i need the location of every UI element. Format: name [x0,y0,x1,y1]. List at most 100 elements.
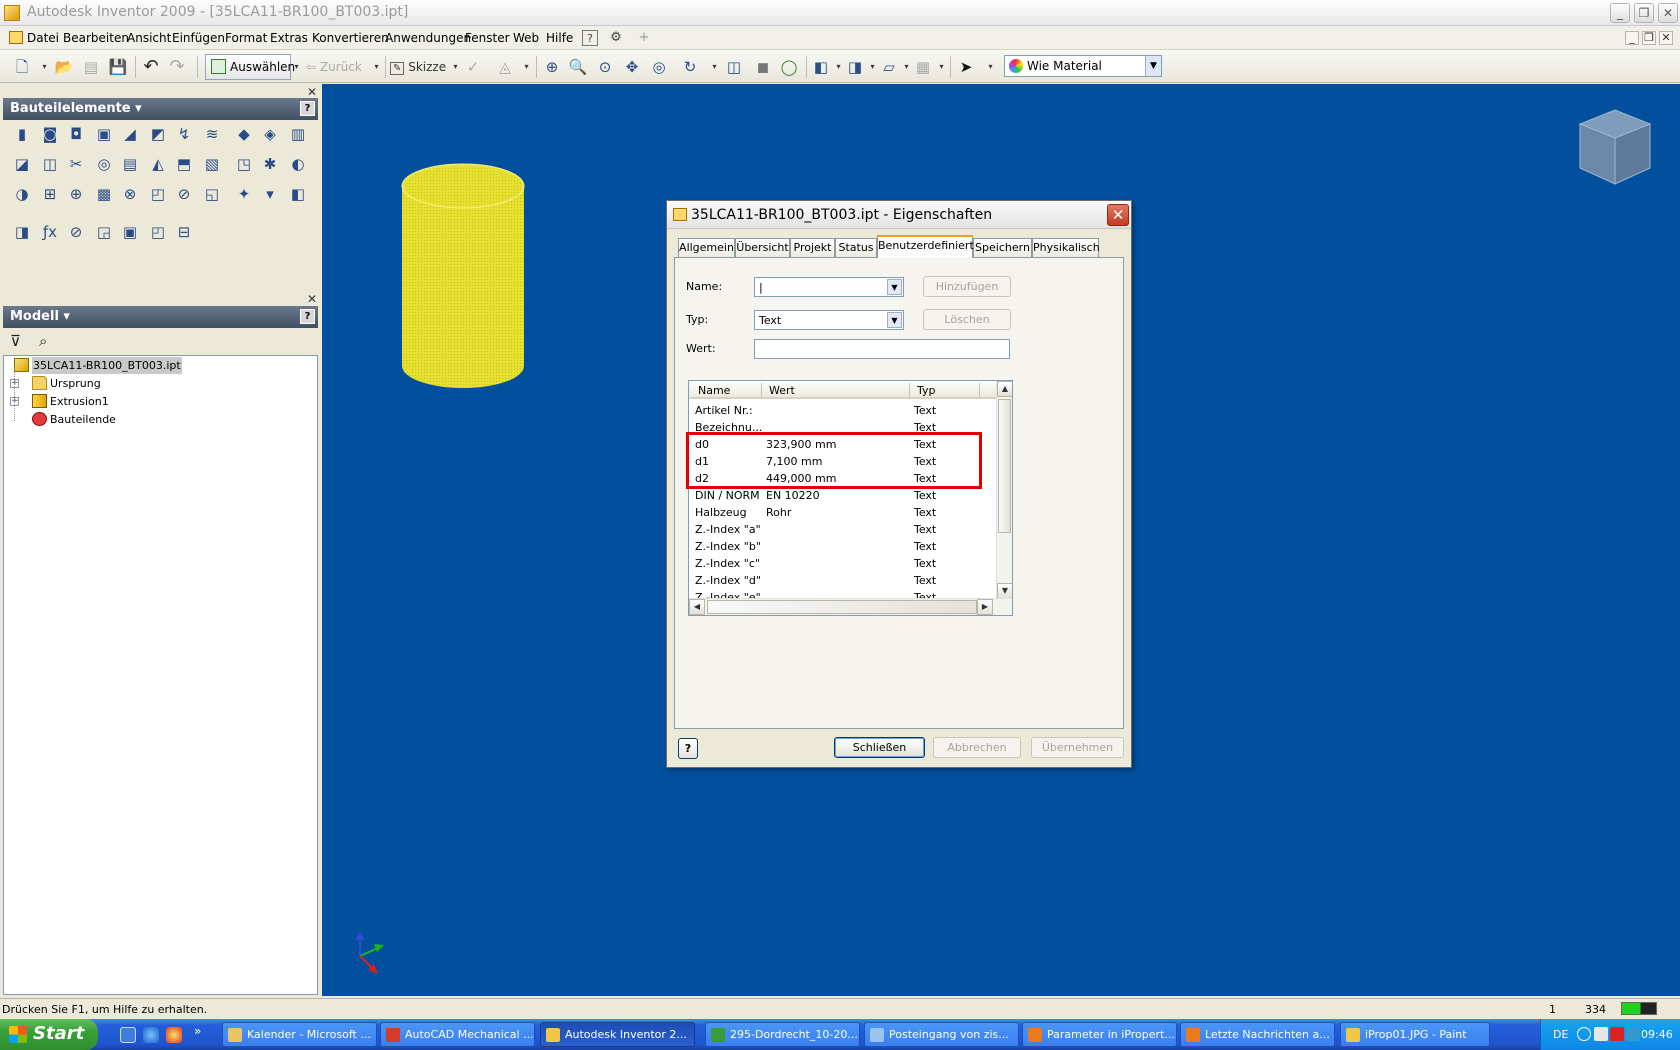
column-header-name[interactable]: Name [698,384,730,397]
save-icon[interactable]: 💾 [107,56,129,78]
zoom-icon[interactable]: 🔍 [567,56,589,78]
quicklaunch-more-icon[interactable]: » [194,1024,201,1038]
minimize-button[interactable]: _ [1610,3,1630,23]
table-row[interactable]: Z.-Index "b" Text [689,538,998,555]
type-combo[interactable]: Text ▼ [754,310,904,330]
scroll-down-icon[interactable]: ▼ [997,583,1012,599]
shaded-display-icon[interactable]: ◼ [752,56,774,78]
feature-tool-icon[interactable]: ⊘ [175,185,193,203]
feature-tool-icon[interactable]: ◘ [67,125,85,143]
tray-security-icon[interactable] [1610,1027,1624,1041]
feature-tool-icon[interactable]: ✱ [261,155,279,173]
taskbar-button[interactable]: Letzte Nachrichten a... [1180,1022,1335,1047]
pan-icon[interactable]: ✥ [621,56,643,78]
menu-bearbeiten[interactable]: Bearbeiten [63,31,129,45]
feature-tool-icon[interactable]: ⊗ [121,185,139,203]
feature-tool-icon[interactable]: ⊟ [175,223,193,241]
feature-tool-icon[interactable]: ◰ [149,185,167,203]
taskbar-button[interactable]: Parameter in iPropert... [1022,1022,1177,1047]
menu-datei[interactable]: Datei [27,31,59,45]
update-dropdown-icon[interactable]: ▾ [522,56,531,78]
find-icon[interactable]: ⌕ [39,332,47,350]
column-divider[interactable] [979,383,980,397]
feature-tool-icon[interactable]: ◫ [41,155,59,173]
table-row[interactable]: Halbzeug Rohr Text [689,504,998,521]
feature-tool-icon[interactable]: ▣ [95,125,113,143]
taskbar-button[interactable]: 295-Dordrecht_10-20... [705,1022,860,1047]
taskbar-button[interactable]: AutoCAD Mechanical ... [380,1022,535,1047]
restore-button[interactable]: ❐ [1634,3,1654,23]
ground-shadow-icon[interactable]: ◯ [778,56,800,78]
column-divider[interactable] [761,383,762,397]
half-section-icon[interactable]: ◨ [844,56,866,78]
horizontal-scroll-thumb[interactable] [707,600,977,614]
chevron-down-icon[interactable]: ▼ [1145,56,1161,76]
column-header-type[interactable]: Typ [917,384,936,397]
menu-konvertieren[interactable]: Konvertieren [312,31,389,45]
features-help-icon[interactable]: ? [300,101,315,116]
sketch-dropdown-icon[interactable]: ▾ [451,56,460,78]
language-indicator[interactable]: DE [1553,1028,1568,1041]
value-input[interactable] [754,339,1010,359]
feature-tool-icon[interactable]: ▤ [121,155,139,173]
menu-hilfe[interactable]: Hilfe [546,31,573,45]
start-button[interactable]: Start [0,1019,98,1050]
feature-tool-icon[interactable]: ◪ [13,155,31,173]
update-icon[interactable]: ✓ [462,56,484,78]
feature-tool-icon[interactable]: ▾ [261,185,279,203]
taskbar-button[interactable]: Kalender - Microsoft ... [222,1022,377,1047]
table-row[interactable]: Z.-Index "d" Text [689,572,998,589]
table-row[interactable]: Z.-Index "a" Text [689,521,998,538]
tab-projekt[interactable]: Projekt [790,238,835,257]
close-window-button[interactable]: ✕ [1658,3,1678,23]
sketch-button[interactable]: ✎ Skizze [390,56,448,78]
feature-tool-icon[interactable]: ◐ [289,155,307,173]
table-row[interactable]: Artikel Nr.: Text [689,402,998,419]
arrow-dropdown-icon[interactable]: ▾ [986,56,995,78]
dialog-title-bar[interactable]: 35LCA11-BR100_BT003.ipt - Eigenschaften [667,201,1131,229]
feature-tool-icon[interactable]: ◧ [289,185,307,203]
orbit-dropdown-icon[interactable]: ▾ [710,56,719,78]
feature-tool-icon[interactable]: ◆ [235,125,253,143]
menu-anwendungen[interactable]: Anwendungen [385,31,471,45]
plus-icon[interactable]: + [636,30,652,46]
chevron-down-icon[interactable]: ▼ [887,279,902,295]
feature-tool-icon[interactable]: ▩ [95,185,113,203]
menu-fenster[interactable]: Fenster [465,31,510,45]
slice-dropdown-icon[interactable]: ▾ [902,56,911,78]
feature-tool-icon[interactable]: ◭ [149,155,167,173]
feature-tool-icon[interactable]: ✦ [235,185,253,203]
model-panel-close-icon[interactable]: ✕ [307,292,317,306]
column-header-value[interactable]: Wert [769,384,795,397]
chevron-down-icon[interactable]: ▼ [887,312,902,328]
vertical-scroll-thumb[interactable] [998,399,1011,533]
model-panel-header[interactable]: Modell ▾ ? [3,306,318,328]
tray-back-icon[interactable] [1577,1027,1591,1041]
horizontal-scrollbar[interactable]: ◀ ▶ [689,598,1012,615]
zoom-selected-icon[interactable]: ◎ [648,56,670,78]
open-file-icon[interactable]: 📂 [53,56,75,78]
column-divider[interactable] [909,383,910,397]
feature-tool-icon[interactable]: ✂ [67,155,85,173]
name-combo[interactable]: | ▼ [754,277,904,297]
feature-tool-icon[interactable]: ⊘ [67,223,85,241]
feature-tool-icon[interactable]: ◲ [95,223,113,241]
scroll-left-icon[interactable]: ◀ [689,599,705,615]
feature-tool-icon[interactable]: ◳ [235,155,253,173]
dialog-close-button[interactable]: ✕ [1107,204,1129,226]
tab-speichern[interactable]: Speichern [973,238,1032,257]
taskbar-button[interactable]: Autodesk Inventor 2... [540,1022,695,1047]
grid-dropdown-icon[interactable]: ▾ [937,56,946,78]
mdi-close-button[interactable]: ✕ [1659,31,1673,45]
tab-status[interactable]: Status [835,238,877,257]
feature-tool-icon[interactable]: ◨ [13,223,31,241]
feature-tool-icon[interactable]: ↯ [175,125,193,143]
tab-uebersicht[interactable]: Übersicht [735,238,790,257]
feature-tool-icon[interactable]: ⊕ [67,185,85,203]
save-copy-icon[interactable]: ▤ [80,56,102,78]
undo-icon[interactable]: ↶ [140,56,162,78]
apply-button[interactable]: Übernehmen [1031,737,1124,758]
feature-tool-icon[interactable]: ▮ [13,125,31,143]
feature-tool-icon[interactable]: ◎ [95,155,113,173]
scroll-up-icon[interactable]: ▲ [997,381,1012,397]
